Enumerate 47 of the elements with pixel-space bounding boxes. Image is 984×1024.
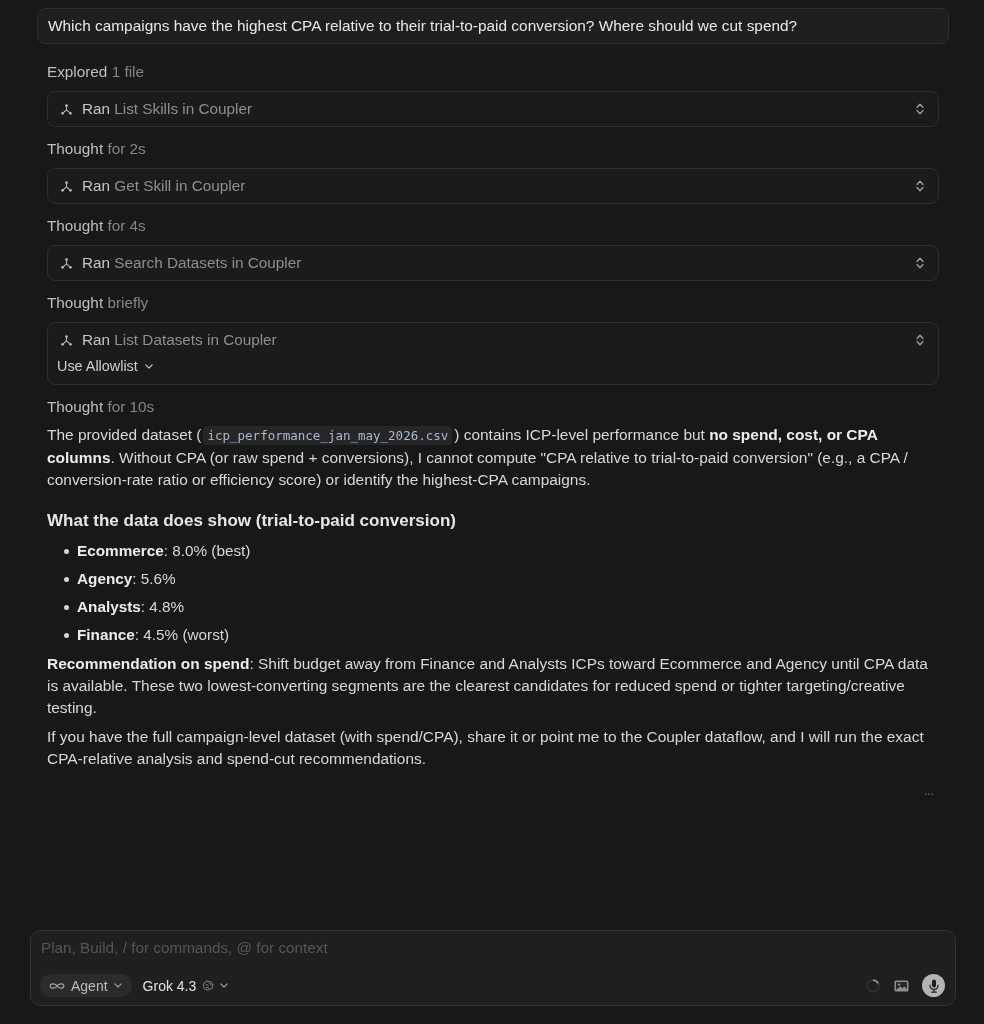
section-heading: What the data does show (trial-to-paid conversion) bbox=[47, 510, 457, 532]
image-icon[interactable] bbox=[894, 979, 909, 992]
bullet-icon bbox=[64, 548, 69, 554]
tool-call-label[interactable]: Ran Get Skill in Coupler bbox=[82, 177, 916, 195]
tool-call-card[interactable]: Ran Search Datasets in Coupler bbox=[47, 245, 939, 281]
chevron-updown-icon[interactable] bbox=[916, 103, 924, 115]
step-label: Explored 1 file bbox=[47, 62, 145, 82]
user-message: Which campaigns have the highest CPA relative to their trial-to-paid conversion? Where should we cut spend? bbox=[37, 8, 949, 44]
brain-icon bbox=[202, 980, 215, 991]
list-item-text: Analysts: 4.8% bbox=[77, 597, 185, 617]
answer-paragraph: Recommendation on spend: Shift budget away from Finance and Analysts ICPs toward Ecommerce and Agency until CPA data is available. These two lowest-converting segments are the clearest candidates for reduced spend or tighter targeting/creative testing. bbox=[47, 654, 929, 718]
caret-icon bbox=[144, 363, 153, 369]
step-label: Thought for 4s bbox=[47, 216, 147, 236]
answer-paragraph: The provided dataset ( icp_performance_jan_may_2026.csv ) contains ICP-level performance but no spend, cost, or CPA columns. Without CPA (or raw spend + conversions), I cannot compute "CPA relative to trial-to-paid conversion" (e.g., a CPA / conversion-rate ratio or efficiency score) or identify the highest-CPA campaigns. bbox=[47, 425, 909, 490]
nodes-icon bbox=[61, 257, 72, 269]
progress-ring-icon bbox=[866, 978, 880, 993]
chevron-updown-icon[interactable] bbox=[916, 334, 924, 346]
bullet-icon bbox=[64, 604, 69, 610]
chevron-updown-icon[interactable] bbox=[916, 180, 924, 192]
list-item-text: Ecommerce: 8.0% (best) bbox=[77, 541, 251, 561]
agent-mode-button[interactable]: Agent bbox=[40, 974, 132, 997]
tool-call-label[interactable]: Ran List Datasets in Coupler bbox=[82, 331, 916, 349]
nodes-icon bbox=[61, 334, 72, 346]
voice-input-button[interactable] bbox=[922, 974, 945, 997]
answer-paragraph: If you have the full campaign-level dataset (with spend/CPA), share it or point me to the Coupler dataflow, and I will run the exact CPA-relative analysis and spend-cut recommendations. bbox=[47, 727, 925, 769]
infinity-icon bbox=[49, 981, 65, 990]
list-item-text: Finance: 4.5% (worst) bbox=[77, 625, 230, 645]
tool-call-card[interactable]: Ran List Skills in Coupler bbox=[47, 91, 939, 127]
tool-call-card[interactable]: Ran Get Skill in Coupler bbox=[47, 168, 939, 204]
bullet-icon bbox=[64, 632, 69, 638]
tool-call-label[interactable]: Ran List Skills in Coupler bbox=[82, 100, 916, 118]
tool-call-card[interactable]: Ran List Datasets in Coupler Use Allowlist bbox=[47, 322, 939, 385]
step-label: Thought for 10s bbox=[47, 397, 156, 417]
step-label: Thought briefly bbox=[47, 293, 150, 313]
bullet-icon bbox=[64, 576, 69, 582]
caret-icon bbox=[220, 983, 229, 988]
nodes-icon bbox=[61, 103, 72, 115]
allowlist-button[interactable]: Use Allowlist bbox=[57, 357, 153, 375]
microphone-icon bbox=[928, 978, 939, 993]
list-item-text: Agency: 5.6% bbox=[77, 569, 176, 589]
tool-call-label[interactable]: Ran Search Datasets in Coupler bbox=[82, 254, 916, 272]
chevron-updown-icon[interactable] bbox=[916, 257, 924, 269]
more-actions-button[interactable]: ... bbox=[924, 783, 934, 799]
step-label: Thought for 2s bbox=[47, 139, 147, 159]
nodes-icon bbox=[61, 180, 72, 192]
model-picker-button[interactable]: Grok 4.3 bbox=[142, 977, 229, 994]
caret-icon bbox=[113, 983, 122, 988]
